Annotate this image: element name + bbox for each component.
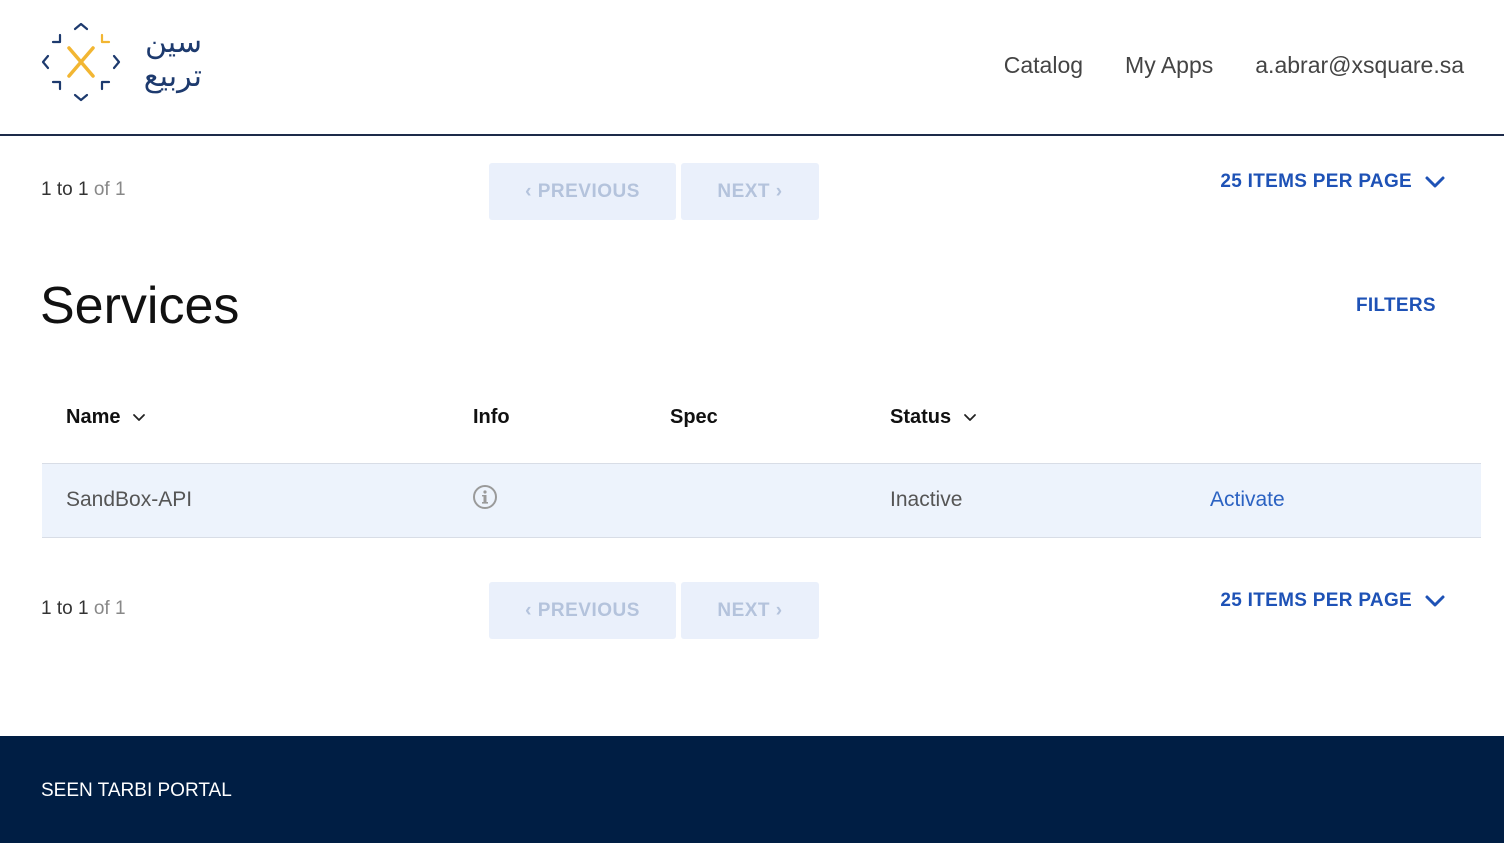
items-per-page-label: 25 ITEMS PER PAGE	[1220, 171, 1412, 192]
logo-arabic-line2: تربيع	[143, 59, 202, 94]
items-per-page-dropdown[interactable]: 25 ITEMS PER PAGE	[1220, 590, 1446, 612]
pagination-count: 1 to 1 of 1	[41, 179, 126, 201]
pagination-range-start: 1	[41, 598, 52, 619]
seen-tarbi-logo[interactable]: سين تربيع	[40, 20, 210, 104]
column-header-name-label: Name	[66, 406, 121, 428]
previous-page-button[interactable]: ‹ PREVIOUS	[489, 582, 676, 639]
top-header: سين تربيع Catalog My Apps a.abrar@xsquar…	[0, 0, 1504, 136]
pagination-top: 1 to 1 of 1 ‹ PREVIOUS NEXT › 25 ITEMS P…	[0, 163, 1504, 223]
pagination-bottom: 1 to 1 of 1 ‹ PREVIOUS NEXT › 25 ITEMS P…	[0, 582, 1504, 642]
pagination-total: of 1	[88, 598, 126, 619]
info-circle-icon	[473, 485, 497, 509]
filters-button[interactable]: FILTERS	[1356, 295, 1436, 317]
items-per-page-label: 25 ITEMS PER PAGE	[1220, 590, 1412, 611]
chevron-down-icon	[1425, 595, 1445, 607]
next-page-button[interactable]: NEXT ›	[681, 163, 819, 220]
logo-mark-icon	[41, 22, 121, 102]
info-icon[interactable]	[472, 484, 498, 515]
table-header-row: Name Info Spec Status	[42, 390, 1481, 464]
column-header-status[interactable]: Status	[890, 406, 977, 429]
table-row: SandBox-API Inactive Activate	[42, 464, 1481, 538]
column-header-status-label: Status	[890, 406, 952, 428]
chevron-down-icon	[1425, 176, 1445, 188]
sort-chevron-icon	[133, 413, 146, 421]
service-name-cell: SandBox-API	[66, 488, 193, 511]
nav-user-account-link[interactable]: a.abrar@xsquare.sa	[1255, 52, 1464, 79]
items-per-page-dropdown[interactable]: 25 ITEMS PER PAGE	[1220, 171, 1446, 193]
nav-catalog-link[interactable]: Catalog	[1004, 52, 1083, 79]
top-nav: Catalog My Apps a.abrar@xsquare.sa	[1004, 52, 1464, 79]
activate-link[interactable]: Activate	[1210, 488, 1285, 512]
nav-my-apps-link[interactable]: My Apps	[1125, 52, 1213, 79]
column-header-name[interactable]: Name	[66, 406, 146, 429]
page-title: Services	[40, 277, 240, 335]
pagination-to: to	[51, 598, 78, 619]
pagination-count: 1 to 1 of 1	[41, 598, 126, 620]
column-header-spec: Spec	[670, 406, 718, 428]
page-footer: SEEN TARBI PORTAL	[0, 736, 1504, 843]
sort-chevron-icon	[964, 413, 977, 421]
pagination-range-end: 1	[77, 179, 89, 200]
logo-arabic-line1: سين	[144, 25, 202, 60]
footer-title: SEEN TARBI PORTAL	[41, 780, 232, 801]
pagination-range-start: 1	[41, 179, 52, 200]
pagination-to: to	[51, 179, 78, 200]
previous-page-button[interactable]: ‹ PREVIOUS	[489, 163, 676, 220]
services-table: Name Info Spec Status SandBox-API Inacti…	[42, 390, 1481, 538]
pagination-range-end: 1	[77, 598, 89, 619]
pagination-total: of 1	[88, 179, 126, 200]
logo-wordmark: سين تربيع	[132, 26, 202, 94]
column-header-info: Info	[473, 406, 510, 428]
service-status-cell: Inactive	[890, 488, 963, 511]
next-page-button[interactable]: NEXT ›	[681, 582, 819, 639]
